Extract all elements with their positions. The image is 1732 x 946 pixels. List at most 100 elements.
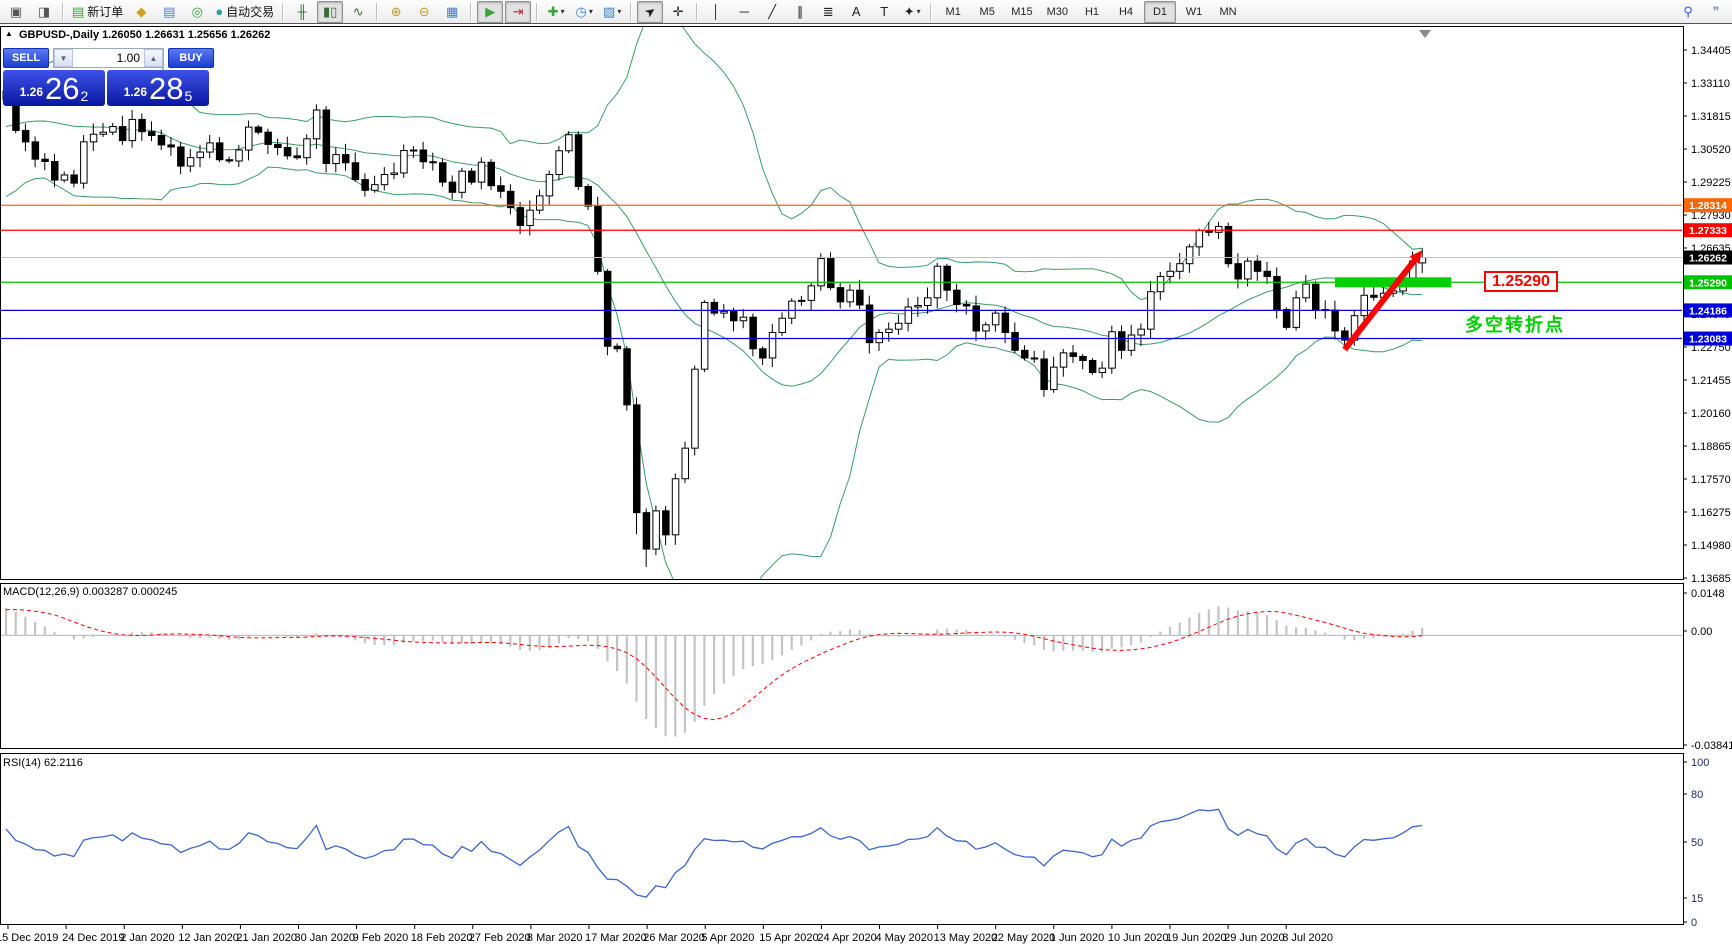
timeframe-h4[interactable]: H4 <box>1110 1 1142 23</box>
bar-chart-icon[interactable]: ╫ <box>289 1 315 23</box>
chat-icon[interactable]: ❞ <box>1703 1 1729 23</box>
turning-point-note[interactable]: 多空转折点 <box>1465 311 1565 337</box>
alerts-icon[interactable]: ◎ <box>184 1 210 23</box>
volume-increase-button[interactable]: ▲ <box>144 49 163 67</box>
level-annotation-box[interactable]: 1.25290 <box>1484 271 1558 292</box>
new-order-icon[interactable]: ▤ 新订单 <box>69 1 126 23</box>
text-label-icon[interactable]: T <box>871 1 897 23</box>
crosshair-icon: ✛ <box>672 3 684 19</box>
bollinger-upper-band <box>5 27 1423 301</box>
arrows-icon[interactable]: ✦ ▾ <box>899 1 925 23</box>
svg-text:1.21455: 1.21455 <box>1691 375 1731 387</box>
autotrading-icon-label: 自动交易 <box>226 4 275 19</box>
date-axis[interactable]: 15 Dec 2019 24 Dec 20192 Jan 2020 12 Jan 2… <box>0 924 1333 944</box>
symbol-marker-icon: ▲ <box>5 29 13 38</box>
rsi-line <box>5 808 1423 898</box>
svg-text:1.34405: 1.34405 <box>1691 45 1731 57</box>
text-icon[interactable]: A <box>843 1 869 23</box>
publish-icon[interactable]: ▤ <box>156 1 182 23</box>
periods-icon[interactable]: ◷ ▾ <box>571 1 597 23</box>
chart-canvas[interactable]: 1.344051.331101.318151.305201.292251.279… <box>0 25 1732 946</box>
chart-shift-icon[interactable]: ⇥ <box>505 0 532 23</box>
publish-icon: ▤ <box>163 3 176 19</box>
zoom-in-icon[interactable]: ⊕ <box>383 1 409 23</box>
svg-text:1.17570: 1.17570 <box>1691 474 1731 486</box>
timeframe-m1[interactable]: M1 <box>937 1 969 23</box>
arrows-icon: ✦ <box>903 3 915 19</box>
crosshair-icon[interactable]: ✛ <box>665 1 691 23</box>
tile-windows-icon[interactable]: ▦ <box>439 1 465 23</box>
toolbar-separator <box>930 2 933 21</box>
equidistant-channel-icon[interactable]: ∥ <box>787 1 813 23</box>
line-chart-icon[interactable]: ∿ <box>345 1 371 23</box>
svg-text:18 Feb 2020: 18 Feb 2020 <box>411 932 473 944</box>
chart-shift-marker[interactable] <box>1419 30 1431 38</box>
timeframe-m15[interactable]: M15 <box>1005 1 1038 23</box>
chevron-down-icon: ▾ <box>588 6 593 16</box>
toolbar-separator <box>62 2 64 21</box>
indicators-icon[interactable]: ✚ ▾ <box>543 1 569 23</box>
zoom-in-icon: ⊕ <box>390 3 402 19</box>
profiles-icon[interactable]: ◨ <box>31 1 57 23</box>
timeframe-h1[interactable]: H1 <box>1076 1 1108 23</box>
toolbar-separator <box>470 2 473 21</box>
timeframe-w1[interactable]: W1 <box>1178 1 1210 23</box>
timeframe-d1[interactable]: D1 <box>1144 0 1176 23</box>
volume-decrease-button[interactable]: ▼ <box>54 49 73 67</box>
metaeditor-icon[interactable]: ◆ <box>128 1 154 23</box>
chevron-down-icon: ▾ <box>916 6 921 16</box>
candlestick-icon: ▮▯ <box>323 3 338 19</box>
buy-price-panel[interactable]: 1.26 28 5 <box>107 70 209 106</box>
rsi-axis-tick: 15 <box>1691 893 1703 905</box>
cursor-icon[interactable]: ➤ <box>637 0 664 23</box>
tile-windows-icon: ▦ <box>446 3 459 19</box>
fibonacci-icon[interactable]: ≣ <box>815 1 841 23</box>
vertical-line-icon: │ <box>712 3 721 19</box>
fibonacci-icon: ≣ <box>822 3 834 19</box>
new-chart-icon[interactable]: ▣ <box>3 1 29 23</box>
svg-text:5 Apr 2020: 5 Apr 2020 <box>701 932 754 944</box>
profiles-icon: ◨ <box>37 3 51 19</box>
rsi-axis-tick: 80 <box>1691 789 1703 801</box>
price-axis[interactable]: 1.344051.331101.318151.305201.292251.279… <box>1683 45 1732 585</box>
search-icon: ⚲ <box>1683 3 1693 19</box>
new-order-icon-label: 新订单 <box>87 4 124 19</box>
svg-text:8 Mar 2020: 8 Mar 2020 <box>527 932 583 944</box>
candlestick-icon[interactable]: ▮▯ <box>317 0 344 23</box>
trendline-icon: ╱ <box>768 3 777 19</box>
ohlc-readout: ▲ GBPUSD-,Daily 1.26050 1.26631 1.25656 … <box>5 29 270 41</box>
volume-input[interactable]: 1.00 <box>73 49 144 67</box>
timeframe-mn[interactable]: MN <box>1212 1 1244 23</box>
timeframe-m5[interactable]: M5 <box>971 1 1003 23</box>
svg-text:21 Jan 2020: 21 Jan 2020 <box>236 932 297 944</box>
svg-text:15 Apr 2020: 15 Apr 2020 <box>759 932 818 944</box>
rsi-panel <box>5 808 1423 898</box>
vertical-line-icon[interactable]: │ <box>703 1 729 23</box>
buy-button[interactable]: BUY <box>168 48 214 68</box>
sell-button[interactable]: SELL <box>3 48 49 68</box>
templates-icon: ▨ <box>603 3 616 19</box>
svg-text:19 Jun 2020: 19 Jun 2020 <box>1166 932 1227 944</box>
timeframe-m30[interactable]: M30 <box>1041 1 1074 23</box>
new-order-icon: ▤ <box>72 3 85 19</box>
horizontal-line-icon[interactable]: ─ <box>731 1 757 23</box>
auto-scroll-icon[interactable]: ▶ <box>477 0 504 23</box>
red-trend-arrow[interactable] <box>1342 256 1419 352</box>
new-chart-icon: ▣ <box>9 3 23 19</box>
svg-text:1.23083: 1.23083 <box>1689 334 1727 346</box>
sell-price-panel[interactable]: 1.26 26 2 <box>3 70 105 106</box>
trendline-icon[interactable]: ╱ <box>759 1 785 23</box>
autotrading-icon[interactable]: ● 自动交易 <box>212 1 277 23</box>
chevron-down-icon: ▾ <box>617 6 622 16</box>
periods-icon: ◷ <box>575 3 587 19</box>
search-icon[interactable]: ⚲ <box>1675 1 1701 23</box>
text-icon: A <box>851 3 861 19</box>
chat-icon: ❞ <box>1712 3 1720 19</box>
svg-text:15 Dec 2019: 15 Dec 2019 <box>0 932 58 944</box>
svg-text:1.31815: 1.31815 <box>1691 111 1731 123</box>
svg-text:24 Dec 2019: 24 Dec 2019 <box>62 932 124 944</box>
autotrading-icon: ● <box>215 3 224 19</box>
zoom-out-icon[interactable]: ⊖ <box>411 1 437 23</box>
svg-text:2 Jan 2020: 2 Jan 2020 <box>120 932 174 944</box>
templates-icon[interactable]: ▨ ▾ <box>599 1 625 23</box>
